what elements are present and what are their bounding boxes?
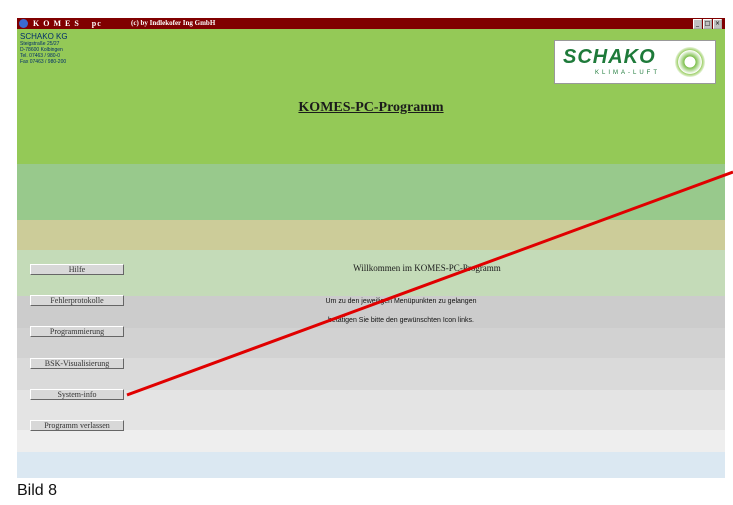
programming-button[interactable]: Programmierung <box>30 326 124 337</box>
logo-subtitle: KLIMA-LUFT <box>595 70 661 76</box>
schako-logo: SCHAKO KLIMA-LUFT <box>554 40 716 84</box>
bsk-visualization-button[interactable]: BSK-Visualisierung <box>30 358 124 369</box>
welcome-message: Willkommen im KOMES-PC-Programm <box>353 263 501 273</box>
window-credit: (c) by Indlekofer Ing GmbH <box>131 19 216 27</box>
logo-wordmark: SCHAKO <box>563 46 656 68</box>
info-line-2: betätigen Sie bitte den gewünschten Icon… <box>328 317 474 324</box>
program-title: KOMES-PC-Programm <box>298 100 444 115</box>
figure-caption: Bild 8 <box>17 482 58 499</box>
minimize-icon[interactable]: _ <box>693 19 702 29</box>
logo-burst-icon <box>675 47 705 77</box>
band-9 <box>17 430 725 452</box>
company-name: SCHAKO KG <box>20 32 68 41</box>
system-info-button[interactable]: System-info <box>30 389 124 400</box>
band-3 <box>17 220 725 250</box>
info-line-1: Um zu den jeweiligen Menüpunkten zu gela… <box>325 298 477 305</box>
company-address: SCHAKO KG Steigstraße 25/27 D-78600 Kolb… <box>20 32 130 65</box>
window-controls: _ □ × <box>693 19 722 29</box>
maximize-icon[interactable]: □ <box>703 19 712 29</box>
close-icon[interactable]: × <box>713 19 722 29</box>
app-icon <box>19 19 28 28</box>
company-fax: Fax 07463 / 980-200 <box>20 59 67 65</box>
title-bar[interactable]: K O M E S pc (c) by Indlekofer Ing GmbH … <box>17 18 725 29</box>
exit-program-button[interactable]: Programm verlassen <box>30 420 124 431</box>
band-2 <box>17 164 725 220</box>
komes-window: K O M E S pc (c) by Indlekofer Ing GmbH … <box>17 18 725 478</box>
window-title: K O M E S pc <box>33 19 102 28</box>
band-10 <box>17 452 725 478</box>
